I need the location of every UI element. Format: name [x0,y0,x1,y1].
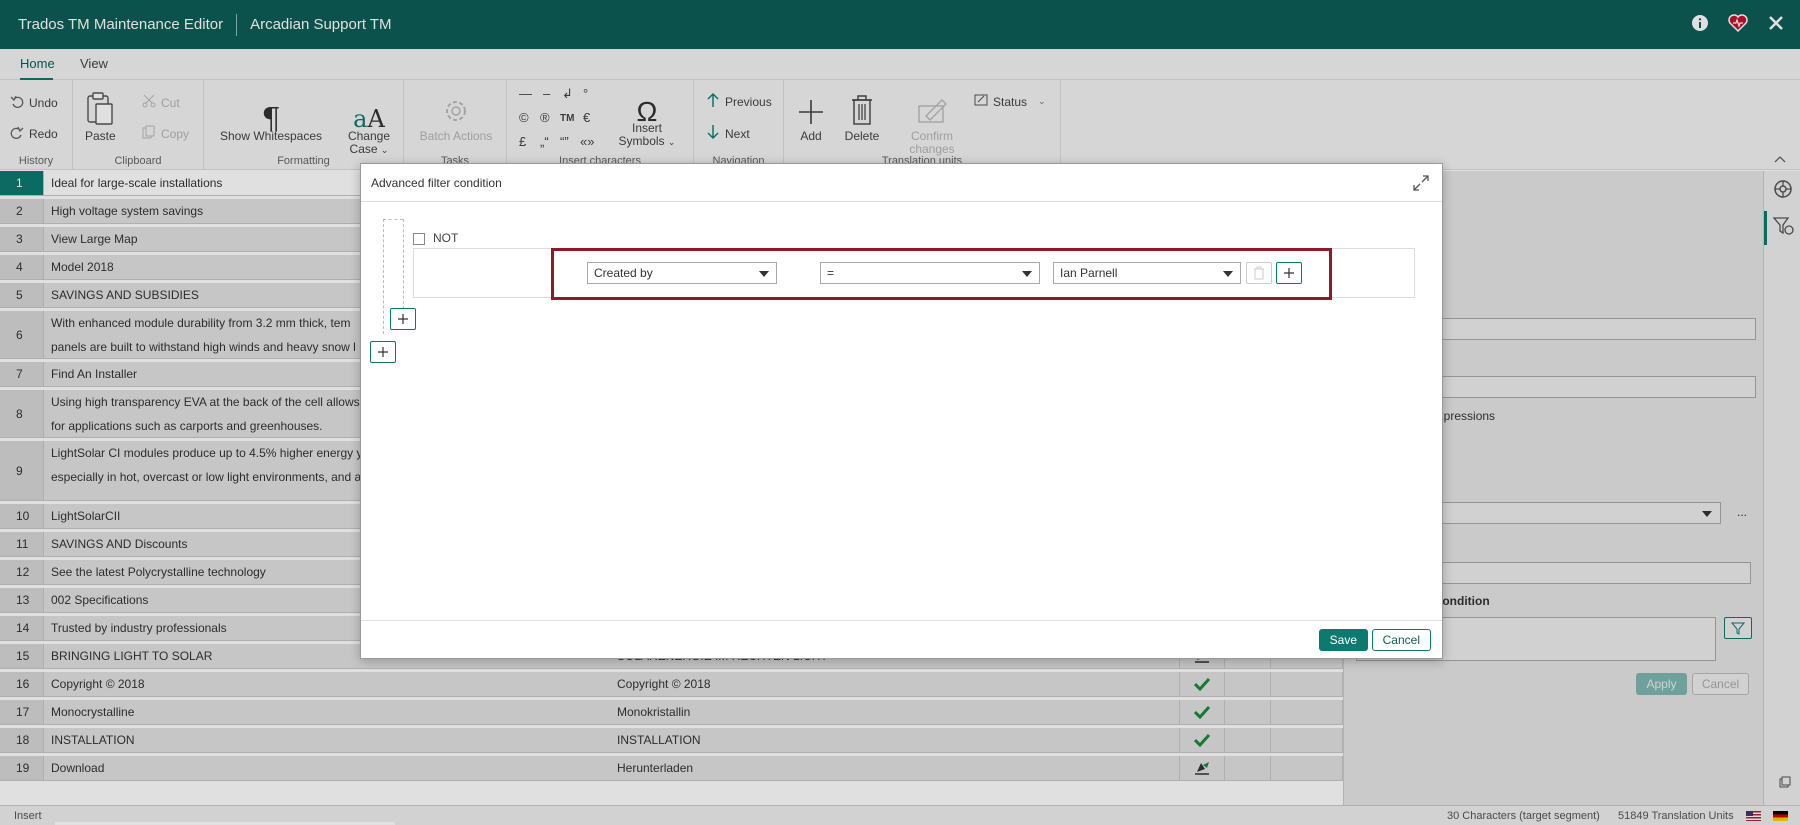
cancel-button[interactable]: Cancel [1371,629,1431,651]
plus-icon [398,314,408,324]
tree-line-inner [403,219,404,309]
add-group-button[interactable] [370,341,396,363]
tree-line-top [383,219,403,220]
plus-icon [378,347,388,357]
dialog-title: Advanced filter condition [371,175,502,190]
tree-line-outer [383,219,384,334]
save-button[interactable]: Save [1318,629,1368,651]
add-condition-inner-button[interactable] [390,308,416,330]
advanced-filter-dialog: Advanced filter condition NOT Created by… [360,163,1443,659]
dialog-header: Advanced filter condition [361,164,1442,202]
not-checkbox[interactable] [413,233,425,245]
not-label: NOT [433,231,459,245]
expand-icon[interactable] [1412,174,1430,192]
highlight-box [551,248,1332,300]
dialog-footer: Save Cancel [361,620,1442,658]
